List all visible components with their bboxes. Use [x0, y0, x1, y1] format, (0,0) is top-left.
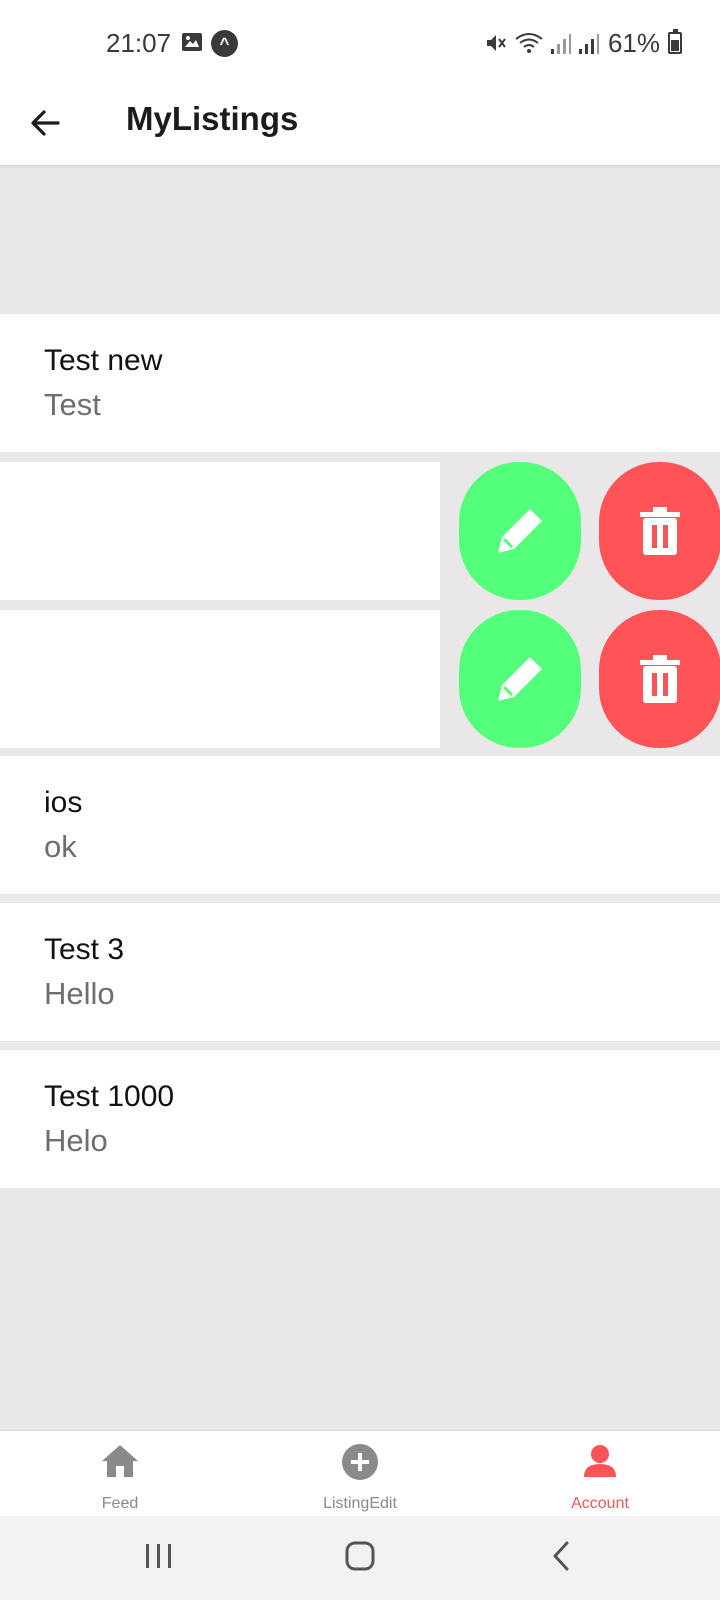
back-nav-icon[interactable] [550, 1540, 572, 1572]
battery-percent: 61% [607, 27, 660, 58]
image-notification-icon [182, 33, 202, 51]
listing-item[interactable] [0, 610, 440, 748]
trash-icon [640, 655, 680, 703]
listing-item[interactable] [0, 462, 440, 600]
recent-apps-icon[interactable] [144, 1540, 174, 1572]
trash-icon [640, 507, 680, 555]
edit-button[interactable] [459, 610, 581, 748]
listing-subtitle: Test [44, 387, 101, 422]
home-button-icon[interactable] [344, 1540, 376, 1572]
tab-label: ListingEdit [323, 1495, 397, 1512]
app-header: MyListings [0, 88, 720, 166]
listing-title: Test new [44, 344, 163, 377]
listing-subtitle: ok [44, 829, 77, 864]
app-notification-icon: ^ [211, 30, 238, 57]
tab-account[interactable]: Account [520, 1431, 680, 1517]
signal-icon-1 [550, 34, 571, 54]
tab-listing-edit[interactable]: ListingEdit [280, 1431, 440, 1517]
listing-title: Test 3 [44, 933, 125, 966]
delete-button[interactable] [599, 462, 720, 600]
swiped-listing-row[interactable] [0, 610, 720, 748]
delete-button[interactable] [599, 610, 720, 748]
listing-subtitle: Helo [44, 1123, 108, 1158]
mute-icon [486, 35, 506, 51]
page-title: MyListings [126, 100, 299, 137]
listing-item[interactable]: Test 1000 Helo [0, 1050, 720, 1188]
listing-subtitle: Hello [44, 976, 115, 1011]
battery-icon [668, 29, 682, 54]
listing-item[interactable]: Test new Test [0, 314, 720, 452]
pencil-icon [498, 657, 542, 701]
status-time: 21:07 [106, 28, 172, 58]
listing-title: ios [44, 786, 83, 819]
swiped-listing-row[interactable] [0, 462, 720, 600]
listing-title: Test 1000 [44, 1080, 175, 1113]
tab-feed[interactable]: Feed [40, 1431, 200, 1517]
plus-circle-icon [342, 1444, 378, 1480]
bottom-tab-bar: Feed ListingEdit Account [0, 1430, 720, 1516]
status-bar: 21:07 ^ 61% [0, 0, 720, 88]
signal-icon-2 [578, 34, 599, 54]
listing-item[interactable]: ios ok [0, 756, 720, 894]
listing-item[interactable]: Test 3 Hello [0, 903, 720, 1041]
home-icon [102, 1445, 138, 1477]
pencil-icon [498, 509, 542, 553]
account-icon [584, 1445, 616, 1477]
arrow-left-icon[interactable] [26, 104, 64, 142]
edit-button[interactable] [459, 462, 581, 600]
tab-label: Feed [101, 1495, 139, 1512]
system-nav-bar [0, 1516, 720, 1600]
tab-label: Account [571, 1495, 629, 1512]
wifi-icon [515, 33, 543, 53]
status-right: 61% [484, 28, 682, 58]
